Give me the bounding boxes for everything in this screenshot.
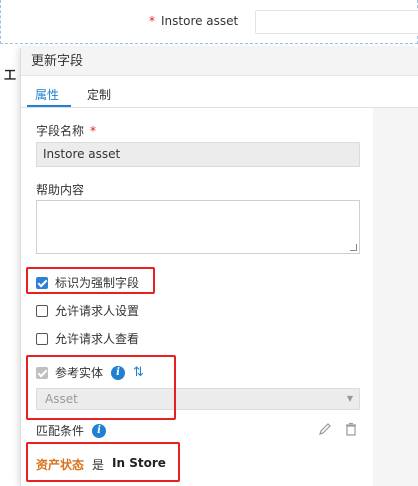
- trash-icon[interactable]: [343, 422, 359, 438]
- tab-customize[interactable]: 定制: [87, 86, 111, 103]
- mandatory-checkbox[interactable]: [36, 276, 48, 289]
- required-mark: *: [149, 14, 155, 28]
- background-left-text: 工: [4, 68, 17, 82]
- field-name-input[interactable]: Instore asset: [36, 142, 360, 167]
- condition-field: 资产状态: [36, 458, 85, 472]
- requester-set-checkbox[interactable]: [36, 304, 48, 317]
- requester-set-option[interactable]: 允许请求人设置: [36, 302, 139, 319]
- background-field-input[interactable]: [255, 10, 418, 34]
- mandatory-field-option[interactable]: 标识为强制字段: [36, 274, 139, 291]
- condition-actions: [317, 422, 359, 438]
- background-form-row: * Instore asset: [0, 0, 418, 44]
- requester-view-checkbox[interactable]: [36, 332, 48, 345]
- panel-side-strip: [373, 108, 418, 486]
- required-mark: *: [90, 124, 97, 138]
- requester-view-checkbox-label: 允许请求人查看: [55, 332, 140, 346]
- edit-pencil-icon[interactable]: [317, 422, 333, 438]
- match-condition-header: 匹配条件 i: [36, 422, 107, 439]
- help-content-label: 帮助内容: [36, 183, 85, 197]
- requester-view-option[interactable]: 允许请求人查看: [36, 330, 139, 347]
- reference-entity-checkbox: [36, 366, 48, 379]
- active-tab-indicator: [27, 105, 71, 107]
- resize-grip-icon[interactable]: [350, 244, 357, 251]
- help-content-textarea[interactable]: [36, 200, 360, 254]
- field-name-label-text: 字段名称: [36, 124, 85, 138]
- reference-entity-option: 参考实体 i ⇅: [36, 364, 144, 381]
- update-field-panel: 更新字段 属性 定制 字段名称 * Instore asset 帮助内容 标识为强…: [20, 48, 418, 486]
- condition-operator: 是: [92, 458, 105, 472]
- mandatory-checkbox-label: 标识为强制字段: [55, 276, 140, 290]
- panel-title: 更新字段: [21, 48, 418, 76]
- reference-entity-select: Asset ▼: [36, 388, 360, 410]
- match-condition-label: 匹配条件: [36, 424, 85, 438]
- background-field-label: * Instore asset: [149, 14, 238, 28]
- background-field-label-text: Instore asset: [161, 14, 239, 28]
- chevron-down-icon: ▼: [346, 394, 353, 403]
- field-name-label: 字段名称 *: [36, 122, 96, 139]
- reference-entity-selected-value: Asset: [45, 392, 78, 406]
- reference-entity-label: 参考实体: [55, 366, 104, 380]
- info-icon[interactable]: i: [92, 423, 107, 438]
- requester-set-checkbox-label: 允许请求人设置: [55, 304, 140, 318]
- panel-tabs: 属性 定制: [21, 76, 418, 108]
- info-icon[interactable]: i: [111, 365, 126, 380]
- match-condition-rule: 资产状态 是 In Store: [36, 456, 166, 473]
- sort-icon[interactable]: ⇅: [133, 365, 144, 380]
- tab-properties[interactable]: 属性: [35, 86, 59, 103]
- condition-value: In Store: [112, 456, 166, 470]
